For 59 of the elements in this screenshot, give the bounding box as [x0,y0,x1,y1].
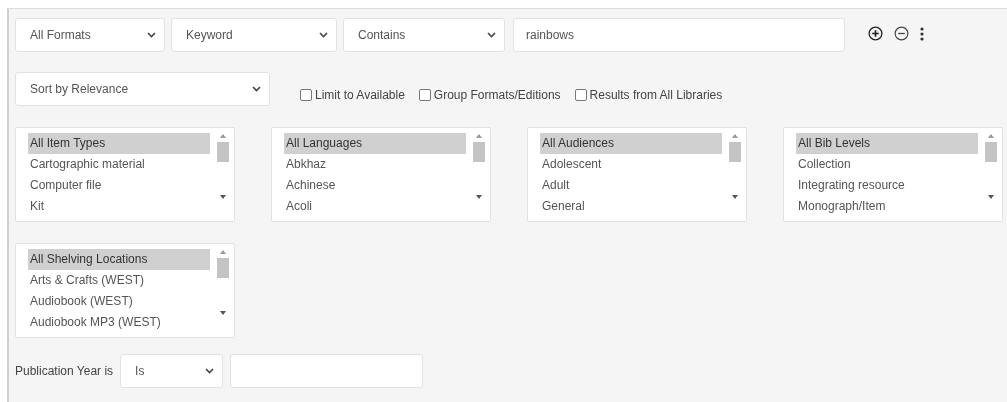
scroll-up-icon[interactable] [220,134,226,138]
list-option[interactable]: All Audiences [540,133,722,154]
checkbox[interactable] [418,89,431,101]
year-operator-select[interactable]: Is [120,354,224,388]
scroll-up-icon[interactable] [732,134,738,138]
list-option[interactable]: Monograph/Item [796,196,978,217]
more-vertical-icon[interactable] [920,26,924,41]
scroll-down-icon[interactable] [988,195,994,199]
add-circle-icon[interactable] [868,26,883,41]
scroll-thumb[interactable] [473,142,485,162]
scroll-up-icon[interactable] [220,250,226,254]
caret-icon [487,32,496,38]
scroll-up-icon[interactable] [476,134,482,138]
listbox[interactable]: All Audiences Adolescent Adult General [527,127,747,222]
list-option[interactable]: Arts & Crafts (WEST) [28,270,210,291]
list-option[interactable]: General [540,196,722,217]
operator-select[interactable]: Contains [343,18,505,52]
scroll-up-icon[interactable] [988,134,994,138]
list-option[interactable]: All Shelving Locations [28,249,210,270]
checkbox[interactable] [300,89,312,101]
field-select[interactable]: Keyword [171,18,337,52]
scroll-down-icon[interactable] [732,195,738,199]
listbox[interactable]: All Bib Levels Collection Integrating resource Monograph/Item [783,127,1003,222]
list-option[interactable]: Computer file [28,175,210,196]
caret-icon [205,368,215,374]
list-option[interactable]: Adult [540,175,722,196]
caret-icon [147,32,156,38]
scroll-down-icon[interactable] [476,195,482,199]
list-option[interactable]: Achinese [284,175,466,196]
scroll-thumb[interactable] [729,142,741,162]
list-option[interactable]: Audiobook MP3 (WEST) [28,312,210,333]
list-option[interactable]: Kit [28,196,210,217]
format-select[interactable]: All Formats [15,18,165,52]
search-field[interactable]: rainbows [513,18,845,52]
scroll-thumb[interactable] [985,142,997,162]
caret-icon [319,32,328,38]
scroll-thumb[interactable] [217,258,229,278]
list-option[interactable]: Integrating resource [796,175,978,196]
list-option[interactable]: Cartographic material [28,154,210,175]
scroll-down-icon[interactable] [220,195,226,199]
list-option[interactable]: Acoli [284,196,466,217]
list-option[interactable]: All Item Types [28,133,210,154]
list-option[interactable]: Adolescent [540,154,722,175]
caret-icon [252,86,261,92]
list-option[interactable]: Collection [796,154,978,175]
list-option[interactable]: All Languages [284,133,466,154]
checkbox[interactable] [574,89,587,101]
listbox[interactable]: All Languages Abkhaz Achinese Acoli [271,127,491,222]
publication-year-label: Publication Year is [15,364,114,378]
scroll-thumb[interactable] [217,142,229,162]
list-option[interactable]: All Bib Levels [796,133,978,154]
scroll-down-icon[interactable] [220,311,226,315]
list-option[interactable]: Abkhaz [284,154,466,175]
listbox[interactable]: All Item Types Cartographic material Computer file Kit [15,127,235,222]
remove-circle-icon[interactable] [894,26,909,41]
sort-select[interactable]: Sort by Relevance [15,72,270,106]
year-field[interactable] [230,354,424,388]
list-option[interactable]: Audiobook (WEST) [28,291,210,312]
listbox[interactable]: All Shelving Locations Arts & Crafts (WEST) Audiobook (WEST) Audiobook MP3 (WEST) [15,243,235,338]
